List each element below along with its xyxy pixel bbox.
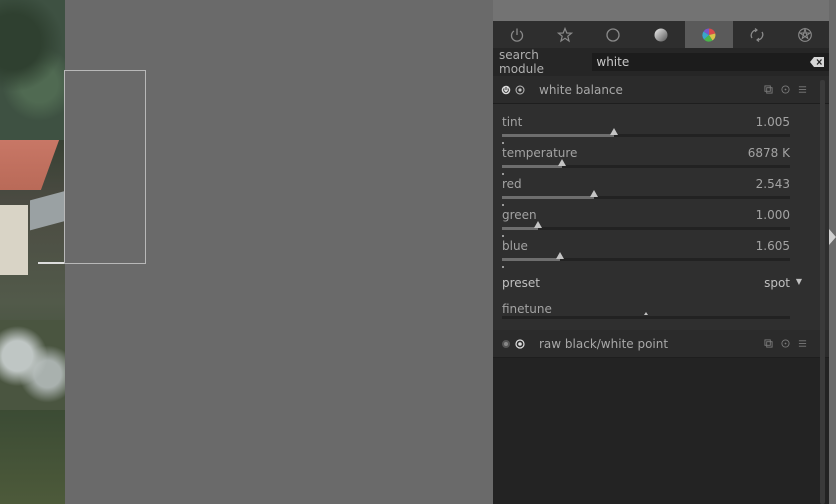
slider-tick <box>502 142 504 144</box>
effect-pentagram-icon <box>798 26 812 42</box>
white-balance-body: tint 1.005 temperature 6878 K red 2.543 … <box>493 104 829 330</box>
correct-loop-icon <box>750 27 764 42</box>
slider-handle[interactable] <box>644 312 648 315</box>
preset-label: preset <box>502 276 541 290</box>
photo-awning <box>30 189 65 231</box>
red-slider[interactable]: red 2.543 <box>502 177 790 208</box>
presets-menu-icon[interactable] <box>798 339 807 348</box>
slider-tick <box>502 204 504 206</box>
blue-slider[interactable]: blue 1.605 <box>502 239 790 270</box>
slider-label: temperature <box>502 146 578 160</box>
raw-black-white-point-header[interactable]: raw black/white point <box>493 330 829 358</box>
photo-plants <box>0 320 65 410</box>
module-group-tabs <box>493 21 829 48</box>
slider-track[interactable] <box>502 221 790 230</box>
photo-railing <box>38 262 65 274</box>
slider-handle[interactable] <box>610 128 619 135</box>
slider-handle[interactable] <box>590 190 599 197</box>
slider-tick <box>502 266 504 268</box>
slider-label: tint <box>502 115 523 129</box>
module-enable-power-icon[interactable] <box>501 85 511 95</box>
favorites-star-icon <box>557 26 573 42</box>
photo-roof <box>0 140 60 190</box>
slider-value: 2.543 <box>755 177 790 191</box>
multi-instance-icon[interactable] <box>764 85 773 94</box>
green-slider[interactable]: green 1.000 <box>502 208 790 239</box>
slider-handle[interactable] <box>558 159 567 166</box>
clear-search-icon[interactable] <box>809 56 825 68</box>
slider-fill <box>502 227 538 230</box>
slider-value: 1.605 <box>755 239 790 253</box>
tab-favorites[interactable] <box>541 21 589 48</box>
slider-track[interactable] <box>502 190 790 199</box>
spot-selection-rectangle[interactable] <box>64 70 146 264</box>
right-edge-strip <box>829 0 836 504</box>
preset-value: spot <box>764 276 790 290</box>
slider-fill <box>502 258 560 261</box>
slider-tick <box>502 173 504 175</box>
photo-wall <box>0 205 28 275</box>
slider-value: 1.000 <box>755 208 790 222</box>
raw-module-title: raw black/white point <box>539 336 669 351</box>
panel-scrollbar[interactable] <box>820 80 825 504</box>
slider-track[interactable] <box>502 316 790 319</box>
tab-active-modules[interactable] <box>493 21 541 48</box>
tab-correct[interactable] <box>733 21 781 48</box>
module-search-row: search module white <box>493 48 829 76</box>
reset-icon[interactable] <box>781 85 790 94</box>
slider-fill <box>502 134 615 137</box>
finetune-label: finetune <box>502 302 552 316</box>
photo-trees <box>0 0 65 140</box>
finetune-slider[interactable]: finetune <box>502 298 790 324</box>
preset-dropdown[interactable]: preset spot ▼ <box>502 276 802 292</box>
slider-label: green <box>502 208 537 222</box>
search-input[interactable]: white <box>592 53 829 71</box>
white-balance-header[interactable]: white balance <box>493 76 829 104</box>
search-label: search module <box>499 48 544 76</box>
slider-tick <box>502 235 504 237</box>
collapse-panel-arrow-icon[interactable] <box>829 229 836 245</box>
tab-effect[interactable] <box>781 21 829 48</box>
power-icon <box>510 28 524 42</box>
slider-fill <box>502 196 595 199</box>
slider-value: 6878 K <box>747 146 790 160</box>
tint-slider[interactable]: tint 1.005 <box>502 115 790 146</box>
search-input-value: white <box>596 55 630 69</box>
right-panel: search module white white balance tint 1… <box>493 0 829 504</box>
slider-handle[interactable] <box>555 252 564 259</box>
white-balance-title: white balance <box>539 82 623 97</box>
module-instance-icon[interactable] <box>515 85 525 95</box>
dropdown-arrow-icon: ▼ <box>795 277 802 286</box>
color-wheel-icon <box>702 27 716 42</box>
tab-color[interactable] <box>685 21 733 48</box>
slider-label: blue <box>502 239 528 253</box>
slider-value: 1.005 <box>755 115 790 129</box>
image-preview <box>0 0 65 504</box>
tab-tone[interactable] <box>637 21 685 48</box>
module-instance-icon[interactable] <box>515 338 525 349</box>
module-enable-power-icon[interactable] <box>501 339 511 349</box>
slider-fill <box>502 165 563 168</box>
reset-icon[interactable] <box>781 339 790 348</box>
slider-track[interactable] <box>502 159 790 168</box>
slider-track[interactable] <box>502 252 790 261</box>
slider-track[interactable] <box>502 128 790 137</box>
presets-menu-icon[interactable] <box>798 85 807 94</box>
slider-handle[interactable] <box>534 221 542 228</box>
basic-circle-icon <box>606 27 620 42</box>
temperature-slider[interactable]: temperature 6878 K <box>502 146 790 177</box>
tab-basic[interactable] <box>589 21 637 48</box>
slider-label: red <box>502 177 522 191</box>
tone-sphere-icon <box>654 28 668 41</box>
panel-top-strip <box>493 0 829 21</box>
multi-instance-icon[interactable] <box>764 339 773 348</box>
